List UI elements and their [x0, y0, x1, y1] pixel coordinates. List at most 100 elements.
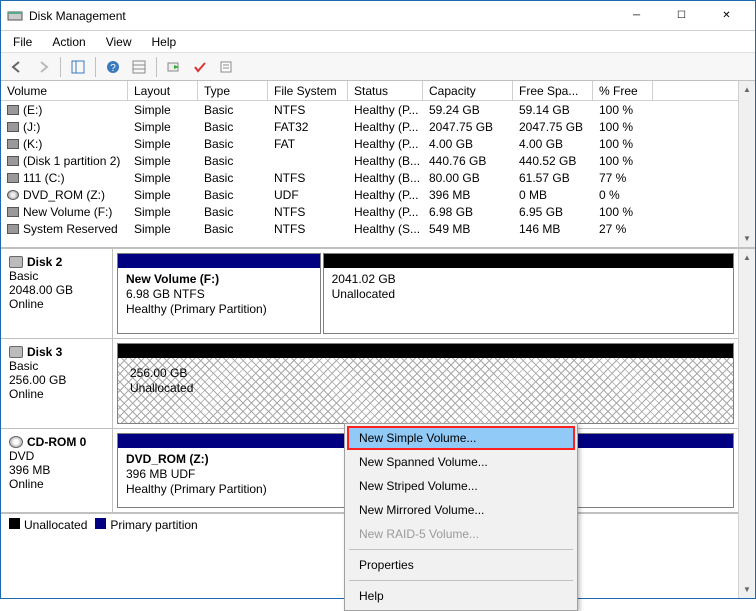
scroll-down-icon[interactable]: ▼ — [739, 581, 755, 598]
column-header-row: Volume Layout Type File System Status Ca… — [1, 81, 738, 101]
vol-pct: 27 % — [593, 220, 653, 237]
vol-layout: Simple — [128, 118, 198, 135]
vol-type: Basic — [198, 203, 268, 220]
close-button[interactable]: ✕ — [704, 2, 749, 30]
vol-capacity: 80.00 GB — [423, 169, 513, 186]
volume-row[interactable]: New Volume (F:)SimpleBasicNTFSHealthy (P… — [1, 203, 738, 220]
vol-type: Basic — [198, 169, 268, 186]
action-icon[interactable] — [162, 56, 186, 78]
disk-state: Online — [9, 387, 104, 401]
vol-name: System Reserved — [23, 222, 118, 236]
tree-icon[interactable] — [66, 56, 90, 78]
vol-type: Basic — [198, 118, 268, 135]
col-pctfree[interactable]: % Free — [593, 81, 653, 100]
vol-fs: UDF — [268, 186, 348, 203]
volume-icon — [7, 156, 19, 166]
menu-help[interactable]: Help — [146, 33, 183, 51]
scroll-up-icon[interactable]: ▲ — [739, 249, 755, 266]
vol-fs: NTFS — [268, 203, 348, 220]
graph-scrollbar[interactable]: ▲ ▼ — [738, 249, 755, 598]
vol-free: 59.14 GB — [513, 101, 593, 118]
context-menu: New Simple Volume... New Spanned Volume.… — [344, 423, 578, 611]
col-status[interactable]: Status — [348, 81, 423, 100]
volume-row[interactable]: System ReservedSimpleBasicNTFSHealthy (S… — [1, 220, 738, 237]
disk-header[interactable]: CD-ROM 0 DVD 396 MB Online — [1, 429, 113, 512]
disk-state: Online — [9, 477, 104, 491]
vol-layout: Simple — [128, 203, 198, 220]
vol-capacity: 440.76 GB — [423, 152, 513, 169]
menu-view[interactable]: View — [100, 33, 138, 51]
back-button[interactable] — [5, 56, 29, 78]
vol-layout: Simple — [128, 135, 198, 152]
col-type[interactable]: Type — [198, 81, 268, 100]
disk-header[interactable]: Disk 3 Basic 256.00 GB Online — [1, 339, 113, 428]
vol-free: 2047.75 GB — [513, 118, 593, 135]
ctx-new-spanned-volume[interactable]: New Spanned Volume... — [347, 450, 575, 474]
vol-free: 146 MB — [513, 220, 593, 237]
legend-label: Unallocated — [24, 518, 87, 532]
col-capacity[interactable]: Capacity — [423, 81, 513, 100]
scroll-down-icon[interactable]: ▼ — [739, 230, 755, 247]
disk-state: Online — [9, 297, 104, 311]
vol-name: (K:) — [23, 137, 42, 151]
ctx-help[interactable]: Help — [347, 584, 575, 608]
swatch-unallocated — [9, 518, 20, 529]
menu-action[interactable]: Action — [46, 33, 91, 51]
vol-scrollbar[interactable]: ▲ ▼ — [738, 81, 755, 247]
volume-row[interactable]: (J:)SimpleBasicFAT32Healthy (P...2047.75… — [1, 118, 738, 135]
vol-capacity: 59.24 GB — [423, 101, 513, 118]
vol-free: 0 MB — [513, 186, 593, 203]
disk-kind: Basic — [9, 359, 104, 373]
forward-button[interactable] — [31, 56, 55, 78]
vol-pct: 77 % — [593, 169, 653, 186]
vol-type: Basic — [198, 101, 268, 118]
disk-header[interactable]: Disk 2 Basic 2048.00 GB Online — [1, 249, 113, 338]
part-status: Healthy (Primary Partition) — [126, 302, 312, 317]
partition-unallocated[interactable]: 256.00 GB Unallocated — [117, 343, 734, 424]
col-layout[interactable]: Layout — [128, 81, 198, 100]
scroll-up-icon[interactable]: ▲ — [739, 81, 755, 98]
ctx-separator — [349, 549, 573, 550]
vol-layout: Simple — [128, 169, 198, 186]
disk-row-disk2: Disk 2 Basic 2048.00 GB Online New Volum… — [1, 249, 738, 339]
ctx-properties[interactable]: Properties — [347, 553, 575, 577]
help-icon[interactable]: ? — [101, 56, 125, 78]
partition-unallocated[interactable]: 2041.02 GB Unallocated — [323, 253, 734, 334]
volume-row[interactable]: (Disk 1 partition 2)SimpleBasicHealthy (… — [1, 152, 738, 169]
svg-text:?: ? — [110, 63, 116, 74]
vol-free: 4.00 GB — [513, 135, 593, 152]
vol-type: Basic — [198, 186, 268, 203]
vol-status: Healthy (P... — [348, 135, 423, 152]
disk-kind: Basic — [9, 269, 104, 283]
vol-status: Healthy (P... — [348, 203, 423, 220]
menubar: File Action View Help — [1, 31, 755, 53]
vol-capacity: 4.00 GB — [423, 135, 513, 152]
check-icon[interactable] — [188, 56, 212, 78]
maximize-button[interactable]: ☐ — [659, 2, 704, 30]
volume-row[interactable]: DVD_ROM (Z:)SimpleBasicUDFHealthy (P...3… — [1, 186, 738, 203]
ctx-new-simple-volume[interactable]: New Simple Volume... — [347, 426, 575, 450]
col-filesystem[interactable]: File System — [268, 81, 348, 100]
vol-pct: 100 % — [593, 118, 653, 135]
props-icon[interactable] — [214, 56, 238, 78]
ctx-new-striped-volume[interactable]: New Striped Volume... — [347, 474, 575, 498]
menu-file[interactable]: File — [7, 33, 38, 51]
col-free[interactable]: Free Spa... — [513, 81, 593, 100]
volume-row[interactable]: 111 (C:)SimpleBasicNTFSHealthy (B...80.0… — [1, 169, 738, 186]
vol-pct: 0 % — [593, 186, 653, 203]
volume-row[interactable]: (K:)SimpleBasicFATHealthy (P...4.00 GB4.… — [1, 135, 738, 152]
volume-icon — [7, 105, 19, 115]
list-icon[interactable] — [127, 56, 151, 78]
disk-icon — [9, 256, 23, 268]
partition-f[interactable]: New Volume (F:) 6.98 GB NTFS Healthy (Pr… — [117, 253, 321, 334]
minimize-button[interactable]: ─ — [614, 2, 659, 30]
volume-row[interactable]: (E:)SimpleBasicNTFSHealthy (P...59.24 GB… — [1, 101, 738, 118]
vol-free: 61.57 GB — [513, 169, 593, 186]
cdrom-icon — [9, 436, 23, 448]
col-volume[interactable]: Volume — [1, 81, 128, 100]
disk-kind: DVD — [9, 449, 104, 463]
vol-name: DVD_ROM (Z:) — [23, 188, 105, 202]
disk-size: 2048.00 GB — [9, 283, 104, 297]
ctx-new-mirrored-volume[interactable]: New Mirrored Volume... — [347, 498, 575, 522]
toolbar: ? — [1, 53, 755, 81]
